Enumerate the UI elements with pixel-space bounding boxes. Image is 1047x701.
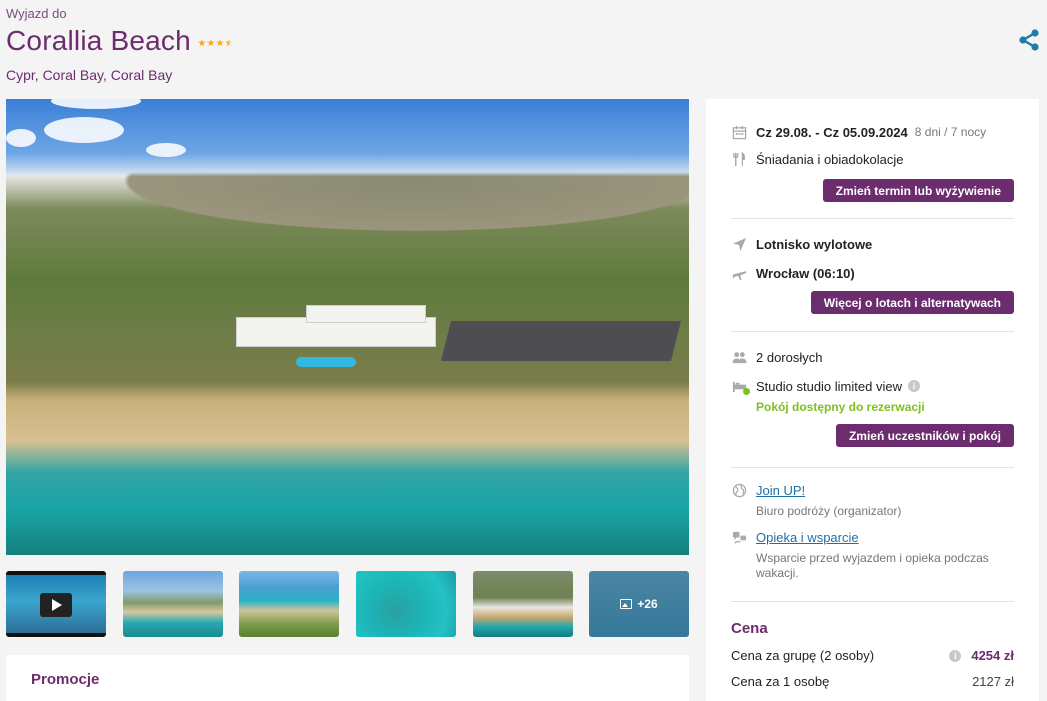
info-icon[interactable]: i [907,380,920,392]
room-availability-status: Pokój dostępny do rezerwacji [756,400,925,414]
person-price-value: 2127 zł [972,674,1014,689]
dates-row: Cz 29.08. - Cz 05.09.2024 8 dni / 7 nocy [731,124,1014,140]
photo-parking [441,321,681,361]
star-icon [198,39,206,47]
support-description-line: wakacji. [756,566,799,580]
participants-row: 2 dorosłych [731,349,1014,365]
change-term-button[interactable]: Zmień termin lub wyżywienie [822,179,1014,202]
board-type: Śniadania i obiadokolacje [756,151,904,167]
room-row: Studio studio limited view i [731,378,1014,395]
pre-title: Wyjazd do [6,6,67,21]
group-price-label: Cena za grupę (2 osoby) [731,648,875,663]
photo-cloud [6,129,36,147]
organizer-section: Join UP! Biuro podróży (organizator) Opi… [731,482,1014,581]
photo-cloud [51,99,141,109]
room-section: 2 dorosłych Studio studio limited view i… [731,349,1014,447]
departure-airport: Wrocław (06:10) [756,265,855,281]
half-star-icon [225,39,233,47]
support-description-line: Wsparcie przed wyjazdem i opieka podczas [756,551,989,565]
flight-details-button[interactable]: Więcej o lotach i alternatywach [810,291,1014,314]
support-row: Opieka i wsparcie [731,529,1014,545]
calendar-icon [731,124,747,140]
person-price-row: Cena za 1 osobę 2127 zł [731,674,1014,689]
support-description: Wsparcie przed wyjazdem i opieka podczas… [756,551,1014,581]
more-photos-thumbnail[interactable]: +26 [589,571,689,637]
person-price-label: Cena za 1 osobę [731,674,830,689]
more-photos-count: +26 [637,597,658,611]
dates-range: Cz 29.08. - Cz 05.09.2024 [756,124,908,140]
airport-value-row: Wrocław (06:10) [731,265,1014,281]
bed-icon [731,378,750,395]
divider [731,218,1014,219]
availability-dot [743,388,750,395]
star-rating [198,39,234,47]
room-type: Studio studio limited view [756,378,902,394]
people-icon [731,349,747,365]
group-price-row: Cena za grupę (2 osoby) i 4254 zł [731,648,1014,663]
support-link[interactable]: Opieka i wsparcie [756,530,859,545]
share-icon [1019,29,1039,51]
group-price-value: 4254 zł [971,648,1014,663]
photo-hotel-building [306,305,426,323]
play-icon [40,593,72,617]
photo-thumbnail[interactable] [356,571,456,637]
video-thumbnail[interactable] [6,571,106,637]
hotel-location: Cypr, Coral Bay, Coral Bay [6,67,173,83]
promotions-card: Promocje [6,655,689,701]
price-heading: Cena [731,620,768,637]
change-participants-button[interactable]: Zmień uczestników i pokój [835,424,1014,447]
photo-thumbnail[interactable] [239,571,339,637]
star-icon [216,39,224,47]
divider [731,601,1014,602]
flight-section: Lotnisko wylotowe Wrocław (06:10) Więcej… [731,236,1014,314]
promotions-title: Promocje [31,671,100,688]
hotel-name: Corallia Beach [6,25,191,56]
trip-duration: 8 dni / 7 nocy [914,125,987,139]
photo-cloud [146,143,186,157]
cutlery-icon [731,151,747,167]
page-header: Wyjazd do Corallia Beach Cypr, Coral Bay… [6,6,234,83]
support-icon [731,529,747,545]
organizer-link[interactable]: Join UP! [756,483,805,498]
board-row: Śniadania i obiadokolacje [731,151,1014,167]
airport-label-row: Lotnisko wylotowe [731,236,1014,252]
gallery-icon [620,599,633,609]
price-info-icon[interactable]: i [949,649,962,662]
hotel-main-photo[interactable] [6,99,689,555]
divider [731,467,1014,468]
globe-icon [731,482,747,498]
organizer-description: Biuro podróży (organizator) [756,504,902,518]
photo-thumbnail[interactable] [473,571,573,637]
photo-thumbnails: +26 [6,571,689,637]
price-section: Cena Cena za grupę (2 osoby) i 4254 zł C… [731,620,1014,689]
photo-cloud [44,117,124,143]
navigation-arrow-icon [731,236,747,252]
term-section: Cz 29.08. - Cz 05.09.2024 8 dni / 7 nocy… [731,124,1014,202]
booking-sidebar: Cz 29.08. - Cz 05.09.2024 8 dni / 7 nocy… [706,99,1039,701]
participants: 2 dorosłych [756,349,823,365]
share-button[interactable] [1017,29,1041,51]
photo-pool [296,357,356,367]
more-photos-overlay: +26 [589,571,689,637]
organizer-row: Join UP! [731,482,1014,498]
divider [731,331,1014,332]
star-icon [207,39,215,47]
photo-thumbnail[interactable] [123,571,223,637]
plane-icon [731,265,747,281]
airport-label: Lotnisko wylotowe [756,236,873,252]
